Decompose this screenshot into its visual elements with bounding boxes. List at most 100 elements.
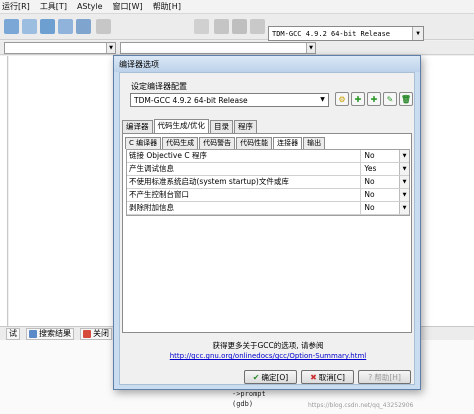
close-icon: ✖ xyxy=(310,372,317,382)
tab-compiler[interactable]: 编译器 xyxy=(122,120,153,133)
dialog-client: 设定编译器配置 TDM-GCC 4.9.2 64-bit Release ▼ ⚙… xyxy=(119,72,415,385)
subtab-output[interactable]: 输出 xyxy=(303,137,326,149)
check-icon: ✔ xyxy=(252,372,260,382)
option-label: 不使用标准系统启动(system startup)文件或库 xyxy=(127,176,362,188)
table-row: 不产生控制台窗口 No ▼ xyxy=(127,189,409,202)
option-label: 剥除附加信息 xyxy=(127,202,362,214)
subtab-linker[interactable]: 连接器 xyxy=(273,137,303,149)
chevron-down-icon: ▼ xyxy=(317,94,328,106)
help-icon: ? xyxy=(368,372,373,382)
option-value-select[interactable]: No ▼ xyxy=(361,176,409,188)
close-icon xyxy=(83,329,91,338)
profile-icon[interactable] xyxy=(250,19,265,34)
codegen-page: C 编译器 代码生成 代码警告 代码性能 连接器 输出 链接 Objective… xyxy=(122,133,412,333)
chevron-down-icon: ▼ xyxy=(399,202,409,214)
log-line: ->prompt xyxy=(232,390,266,398)
option-label: 不产生控制台窗口 xyxy=(127,189,362,201)
main-tabs: 编译器 代码生成/优化 目录 程序 xyxy=(122,119,258,133)
tab-debug-label: 试 xyxy=(9,329,17,338)
options-icon[interactable] xyxy=(96,19,111,34)
compiler-set-value: TDM-GCC 4.9.2 64-bit Release xyxy=(134,95,248,105)
chevron-down-icon: ▼ xyxy=(306,43,315,53)
option-label: 产生调试信息 xyxy=(127,163,362,175)
table-row: 剥除附加信息 No ▼ xyxy=(127,202,409,215)
dialog-title: 编译器选项 xyxy=(119,59,159,69)
subtab-c-compiler[interactable]: C 编译器 xyxy=(125,137,162,149)
tab-debug[interactable]: 试 xyxy=(6,327,20,340)
watermark: https://blog.csdn.net/qq_43252906 xyxy=(308,402,414,409)
rebuild-icon[interactable] xyxy=(58,19,73,34)
tab-search-label: 搜索结果 xyxy=(39,329,71,338)
copy-compiler-set-button[interactable]: ✚ xyxy=(351,92,365,106)
dialog-titlebar[interactable]: 编译器选项 xyxy=(114,56,420,72)
compile-icon[interactable] xyxy=(4,19,19,34)
log-line: (gdb) xyxy=(232,400,254,408)
menu-tools[interactable]: 工具[T] xyxy=(40,1,67,12)
tab-close-label: 关闭 xyxy=(93,329,109,338)
chevron-down-icon: ▼ xyxy=(399,189,409,201)
check-icon[interactable] xyxy=(194,19,209,34)
compiler-set-label: 设定编译器配置 xyxy=(131,82,187,91)
option-value-select[interactable]: No ▼ xyxy=(361,202,409,214)
tab-search-results[interactable]: 搜索结果 xyxy=(26,327,74,340)
table-row: 链接 Objective C 程序 No ▼ xyxy=(127,150,409,163)
menu-run[interactable]: 运行[R] xyxy=(2,1,30,12)
tab-codegen-optimize[interactable]: 代码生成/优化 xyxy=(153,119,210,133)
member-combo[interactable]: ▼ xyxy=(120,42,316,54)
debug-icon[interactable] xyxy=(76,19,91,34)
cancel-button[interactable]: ✖ 取消[C] xyxy=(301,370,354,384)
gcc-options-link[interactable]: http://gcc.gnu.org/onlinedocs/gcc/Option… xyxy=(120,352,416,360)
toolbar-compiler-select[interactable]: TDM-GCC 4.9.2 64-bit Release ▼ xyxy=(268,26,424,41)
class-combo-row: ▼ ▼ xyxy=(0,41,474,55)
menu-astyle[interactable]: AStyle xyxy=(77,2,103,11)
subtab-codegen[interactable]: 代码生成 xyxy=(162,137,199,149)
cancel-label: 取消[C] xyxy=(318,372,345,382)
help-button[interactable]: ? 帮助[H] xyxy=(358,370,411,384)
option-value: No xyxy=(364,151,375,160)
menu-help[interactable]: 帮助[H] xyxy=(153,1,181,12)
compiler-options-dialog: 编译器选项 设定编译器配置 TDM-GCC 4.9.2 64-bit Relea… xyxy=(113,55,421,390)
tab-directories[interactable]: 目录 xyxy=(210,120,234,133)
chevron-down-icon: ▼ xyxy=(106,43,115,53)
compiler-set-select[interactable]: TDM-GCC 4.9.2 64-bit Release ▼ xyxy=(130,93,329,107)
sub-tabs: C 编译器 代码生成 代码警告 代码性能 连接器 输出 xyxy=(125,137,326,149)
option-value-select[interactable]: No ▼ xyxy=(361,150,409,162)
build-icon[interactable] xyxy=(40,19,55,34)
menubar: 运行[R] 工具[T] AStyle 窗口[W] 帮助[H] xyxy=(0,0,474,14)
table-row: 不使用标准系统启动(system startup)文件或库 No ▼ xyxy=(127,176,409,189)
chevron-down-icon: ▼ xyxy=(399,176,409,188)
rename-compiler-set-button[interactable]: ✎ xyxy=(383,92,397,106)
tab-programs[interactable]: 程序 xyxy=(234,120,258,133)
option-value: No xyxy=(364,177,375,186)
class-combo[interactable]: ▼ xyxy=(4,42,116,54)
option-value-select[interactable]: No ▼ xyxy=(361,189,409,201)
chevron-down-icon: ▼ xyxy=(412,27,423,40)
dialog-button-bar: ✔ 确定[O] ✖ 取消[C] ? 帮助[H] xyxy=(120,369,416,385)
gcc-info-text: 获得更多关于GCC的选项, 请参阅 xyxy=(212,341,324,350)
add-compiler-set-button[interactable]: ⚙ xyxy=(335,92,349,106)
subtab-warnings[interactable]: 代码警告 xyxy=(199,137,236,149)
tab-close[interactable]: 关闭 xyxy=(80,327,112,340)
search-icon xyxy=(29,329,37,338)
subtab-profiling[interactable]: 代码性能 xyxy=(236,137,273,149)
option-value: No xyxy=(364,203,375,212)
ok-button[interactable]: ✔ 确定[O] xyxy=(244,370,297,384)
toolbar-compiler-value: TDM-GCC 4.9.2 64-bit Release xyxy=(272,29,391,38)
chevron-down-icon: ▼ xyxy=(399,163,409,175)
option-value: No xyxy=(364,190,375,199)
delete-compiler-set-button[interactable]: 🗑 xyxy=(399,92,413,106)
option-label: 链接 Objective C 程序 xyxy=(127,150,362,162)
run-icon[interactable] xyxy=(22,19,37,34)
option-value: Yes xyxy=(364,164,377,173)
stop-icon[interactable] xyxy=(232,19,247,34)
chevron-down-icon: ▼ xyxy=(399,150,409,162)
menu-window[interactable]: 窗口[W] xyxy=(113,1,143,12)
project-panel xyxy=(0,56,8,326)
linker-options-grid: 链接 Objective C 程序 No ▼ 产生调试信息 Yes ▼ 不使用标准系… xyxy=(126,149,410,216)
ok-label: 确定[O] xyxy=(261,372,289,382)
grid-icon[interactable] xyxy=(214,19,229,34)
help-label: 帮助[H] xyxy=(374,372,401,382)
find-compiler-set-button[interactable]: ✚ xyxy=(367,92,381,106)
table-row: 产生调试信息 Yes ▼ xyxy=(127,163,409,176)
option-value-select[interactable]: Yes ▼ xyxy=(361,163,409,175)
